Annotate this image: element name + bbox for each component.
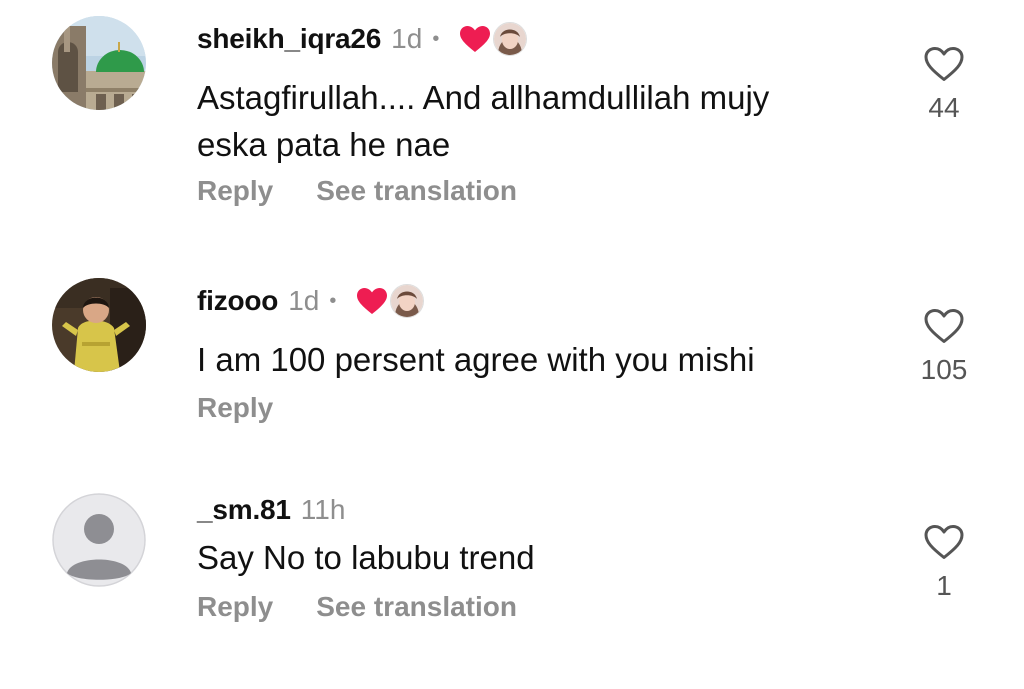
separator-dot: • [432, 27, 440, 50]
reply-button[interactable]: Reply [197, 591, 273, 623]
heart-outline-icon[interactable] [923, 308, 965, 344]
comment-text: Astagfirullah.... And allhamdullilah muj… [197, 79, 770, 163]
username[interactable]: fizooo [197, 285, 278, 317]
comment-text: Say No to labubu trend [197, 539, 535, 576]
comment-meta: sheikh_iqra26 1d • [197, 21, 528, 57]
like-count: 105 [920, 354, 968, 385]
child-photo-avatar-icon [52, 278, 146, 372]
comment-age: 1d [391, 23, 423, 54]
default-person-avatar-icon [52, 493, 146, 587]
mosque-dome-avatar-icon [52, 16, 146, 110]
comment-actions: Reply See translation [197, 591, 560, 623]
comment-text: I am 100 persent agree with you mishi [197, 341, 755, 378]
heart-outline-icon[interactable] [923, 46, 965, 82]
see-translation-button[interactable]: See translation [316, 175, 517, 207]
avatar[interactable] [52, 278, 146, 372]
username[interactable]: _sm.81 [197, 494, 291, 526]
like-count: 44 [928, 92, 960, 123]
heart-filled-icon [460, 26, 491, 52]
comment-actions: Reply [197, 392, 316, 424]
separator-dot: • [329, 289, 337, 312]
creator-avatar [493, 22, 528, 56]
comment-actions: Reply See translation [197, 175, 560, 207]
reply-button[interactable]: Reply [197, 392, 273, 424]
reply-button[interactable]: Reply [197, 175, 273, 207]
avatar[interactable] [52, 493, 146, 587]
like-count: 1 [936, 570, 952, 601]
heart-outline-icon[interactable] [923, 524, 965, 560]
comment-age: 11h [300, 494, 346, 525]
creator-liked-badge [356, 284, 425, 318]
comment-meta: _sm.81 11h [197, 492, 345, 528]
like-control[interactable]: 105 [912, 308, 976, 386]
creator-face-icon [494, 23, 527, 55]
like-control[interactable]: 1 [912, 524, 976, 602]
creator-avatar [390, 284, 425, 318]
comment-age: 1d [288, 285, 320, 316]
heart-filled-icon [357, 288, 388, 314]
comment-meta: fizooo 1d • [197, 283, 425, 319]
avatar[interactable] [52, 16, 146, 110]
username[interactable]: sheikh_iqra26 [197, 23, 381, 55]
creator-liked-badge [459, 22, 528, 56]
creator-face-icon [391, 285, 424, 317]
see-translation-button[interactable]: See translation [316, 591, 517, 623]
like-control[interactable]: 44 [912, 46, 976, 124]
